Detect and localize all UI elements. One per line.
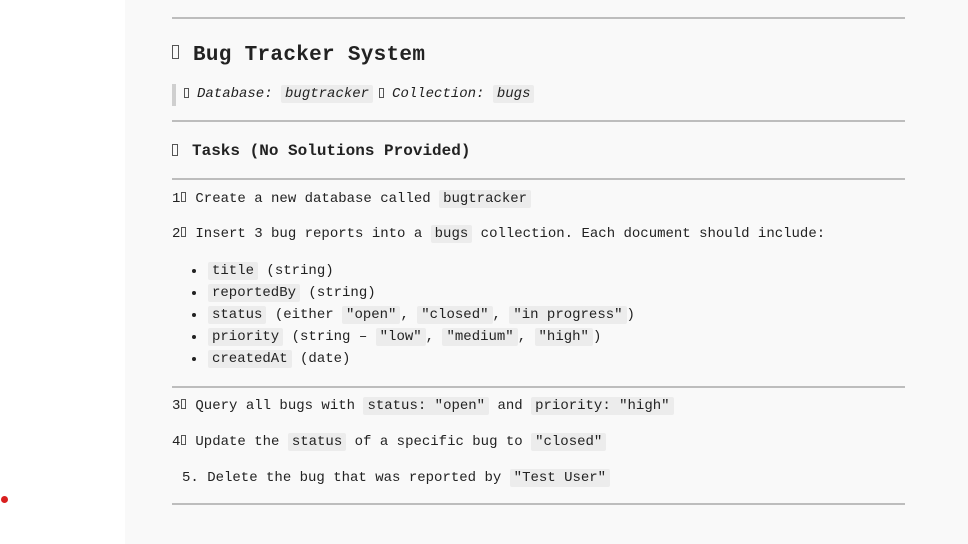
- divider: [172, 120, 905, 122]
- collection-emoji-icon: [379, 88, 385, 99]
- divider: [172, 178, 905, 180]
- inline-code: bugtracker: [439, 190, 532, 208]
- divider: [172, 17, 905, 19]
- inline-code: status: [208, 306, 267, 324]
- inline-code: "high": [534, 328, 593, 346]
- step-number: 3: [172, 397, 195, 415]
- list-item: priority (string – "low", "medium", "hig…: [190, 326, 905, 348]
- document-content: Bug Tracker System Database: bugtracker C…: [172, 17, 905, 505]
- bug-emoji-icon: [172, 45, 179, 60]
- page-title-text: Bug Tracker System: [193, 44, 426, 67]
- inline-code: priority: "high": [531, 397, 674, 415]
- database-value: bugtracker: [281, 85, 374, 103]
- inline-code: status: [287, 433, 347, 451]
- inline-code: "medium": [442, 328, 518, 346]
- inline-code: reportedBy: [208, 284, 301, 302]
- divider: [172, 386, 905, 388]
- task-step-4: 4 Update the status of a specific bug to …: [172, 433, 905, 451]
- tasks-heading: Tasks (No Solutions Provided): [172, 141, 905, 161]
- list-item: status (either "open", "closed", "in pro…: [190, 304, 905, 326]
- collection-value: bugs: [492, 85, 535, 103]
- inline-code: "closed": [417, 306, 493, 324]
- keycap-emoji-icon: [181, 192, 187, 203]
- inline-code: "low": [375, 328, 426, 346]
- inline-code: "open": [342, 306, 401, 324]
- left-gutter: [0, 0, 125, 544]
- inline-code: priority: [208, 328, 284, 346]
- inline-code: "in progress": [509, 306, 627, 324]
- keycap-emoji-icon: [181, 227, 187, 238]
- cursor-indicator: [1, 496, 8, 503]
- tasks-heading-text: Tasks (No Solutions Provided): [192, 142, 471, 160]
- clipboard-emoji-icon: [172, 143, 178, 156]
- list-item: createdAt (date): [190, 348, 905, 370]
- task-step-1: 1 Create a new database called bugtracker: [172, 190, 905, 208]
- field-list: title (string) reportedBy (string) statu…: [172, 260, 905, 370]
- step-number: 4: [172, 433, 195, 451]
- inline-code: "closed": [531, 433, 607, 451]
- step-number: 1: [172, 190, 195, 208]
- task-step-3: 3 Query all bugs with status: "open" and …: [172, 397, 905, 415]
- inline-code: createdAt: [208, 350, 292, 368]
- meta-blockquote: Database: bugtracker Collection: bugs: [172, 84, 905, 106]
- collection-label: Collection:: [392, 86, 485, 102]
- step-number: 2: [172, 225, 195, 243]
- database-label: Database:: [197, 86, 273, 102]
- keycap-emoji-icon: [181, 399, 187, 410]
- inline-code: title: [208, 262, 259, 280]
- inline-code: bugs: [430, 225, 473, 243]
- document-page: Bug Tracker System Database: bugtracker C…: [125, 0, 968, 544]
- keycap-emoji-icon: [181, 435, 187, 446]
- database-emoji-icon: [184, 88, 189, 99]
- divider: [172, 503, 905, 505]
- list-item: title (string): [190, 260, 905, 282]
- task-step-5: 5. Delete the bug that was reported by "…: [172, 469, 905, 487]
- inline-code: "Test User": [509, 469, 611, 487]
- list-item: reportedBy (string): [190, 282, 905, 304]
- task-step-2: 2 Insert 3 bug reports into a bugs collec…: [172, 225, 826, 243]
- page-title: Bug Tracker System: [172, 43, 905, 69]
- inline-code: status: "open": [363, 397, 490, 415]
